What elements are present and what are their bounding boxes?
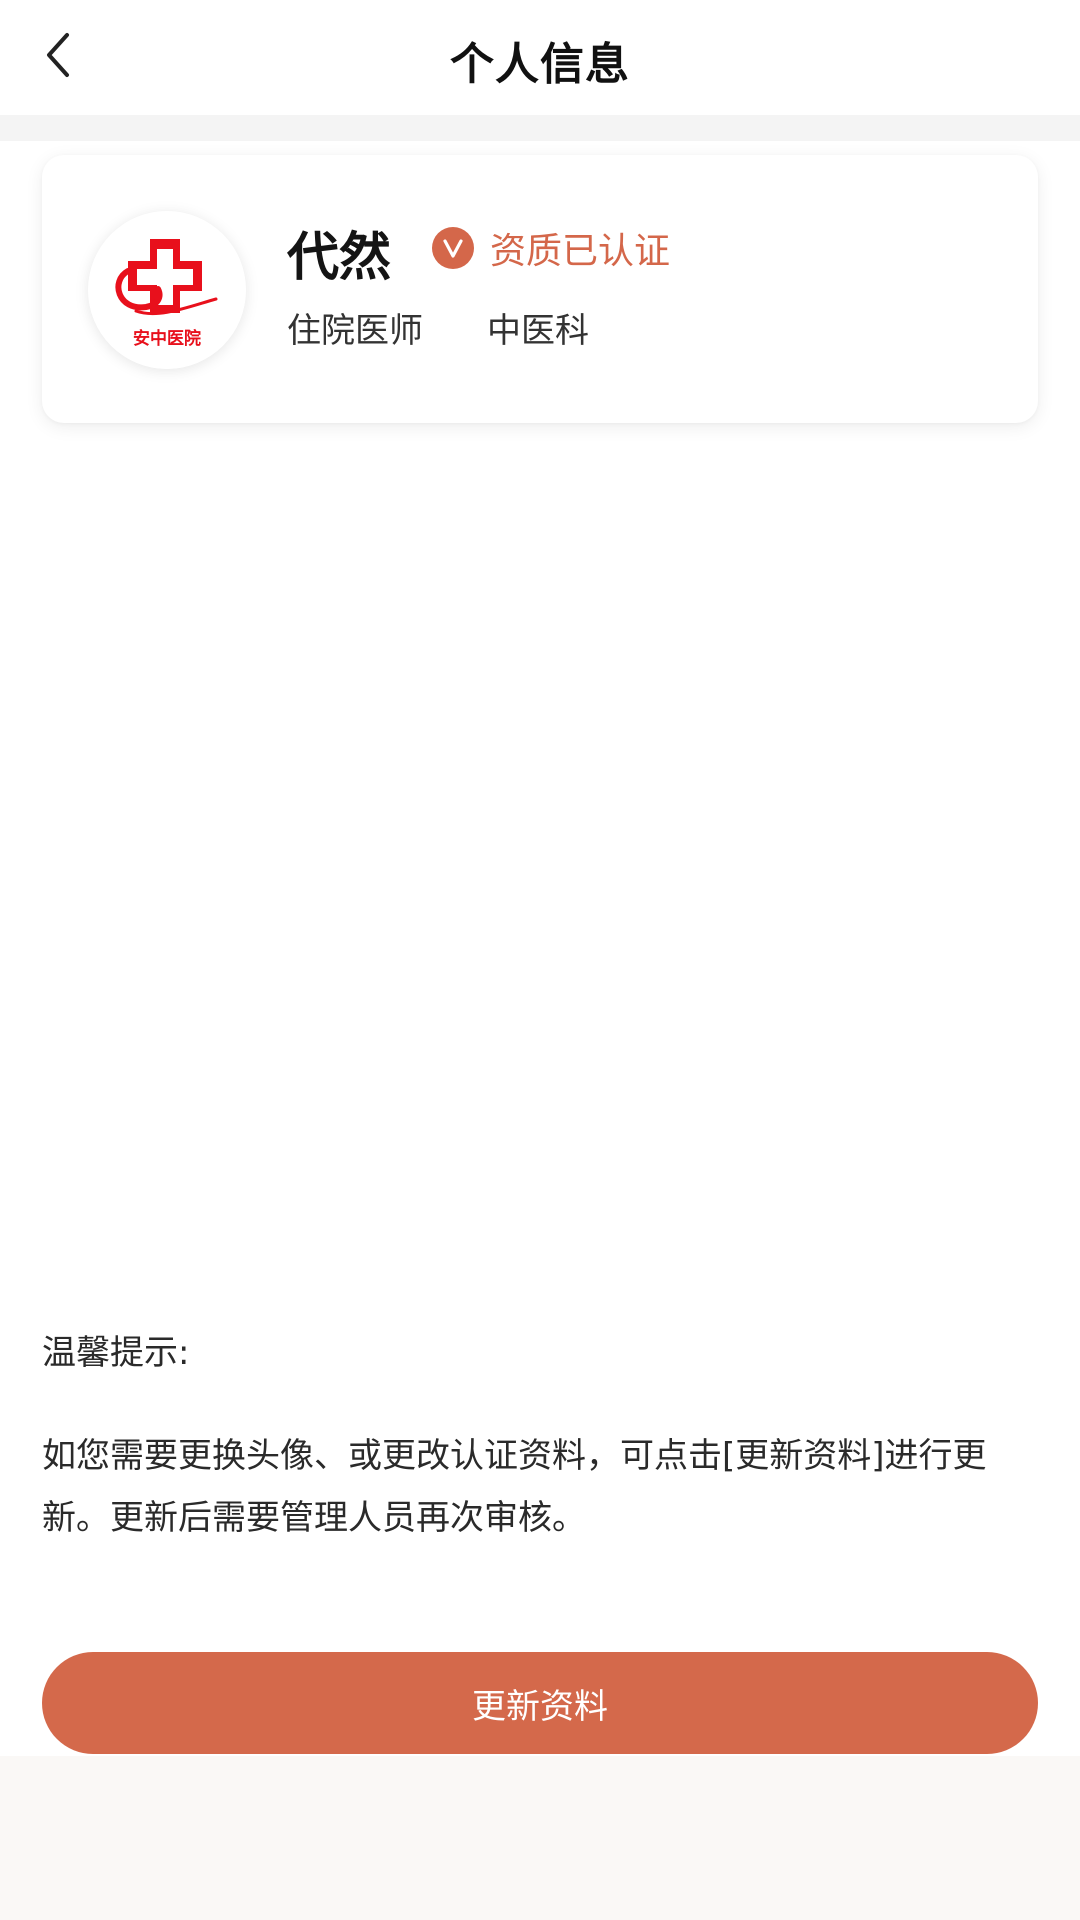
tip-body: 如您需要更换头像、或更改认证资料，可点击[更新资料]进行更新。更新后需要管理人员… (42, 1436, 987, 1538)
verified-badge: 资质已认证 (432, 223, 670, 273)
top-bar: 个人信息 (0, 0, 1080, 115)
bottom-safe-area (0, 1756, 1080, 1920)
verified-label: 资质已认证 (490, 231, 671, 272)
avatar-logo-text: 安中医院 (133, 328, 201, 349)
header-divider (0, 115, 1080, 141)
doctor-name: 代然 (287, 228, 392, 288)
doctor-department: 中医科 (487, 311, 589, 351)
personal-info-page: 个人信息 安中医院 代然 资质已认证 住院医师 中医科 温馨提示: 如您需要更换… (0, 0, 1080, 1920)
hospital-logo-icon: 安中医院 (88, 211, 246, 369)
page-title: 个人信息 (450, 39, 630, 90)
verified-v-icon (432, 227, 474, 269)
avatar[interactable]: 安中医院 (88, 211, 246, 369)
doctor-position: 住院医师 (287, 311, 423, 351)
doctor-meta: 住院医师 中医科 (287, 303, 589, 352)
tip-heading: 温馨提示: (42, 1333, 190, 1373)
profile-card: 安中医院 代然 资质已认证 住院医师 中医科 (42, 155, 1038, 423)
update-profile-button[interactable]: 更新资料 (42, 1652, 1038, 1754)
